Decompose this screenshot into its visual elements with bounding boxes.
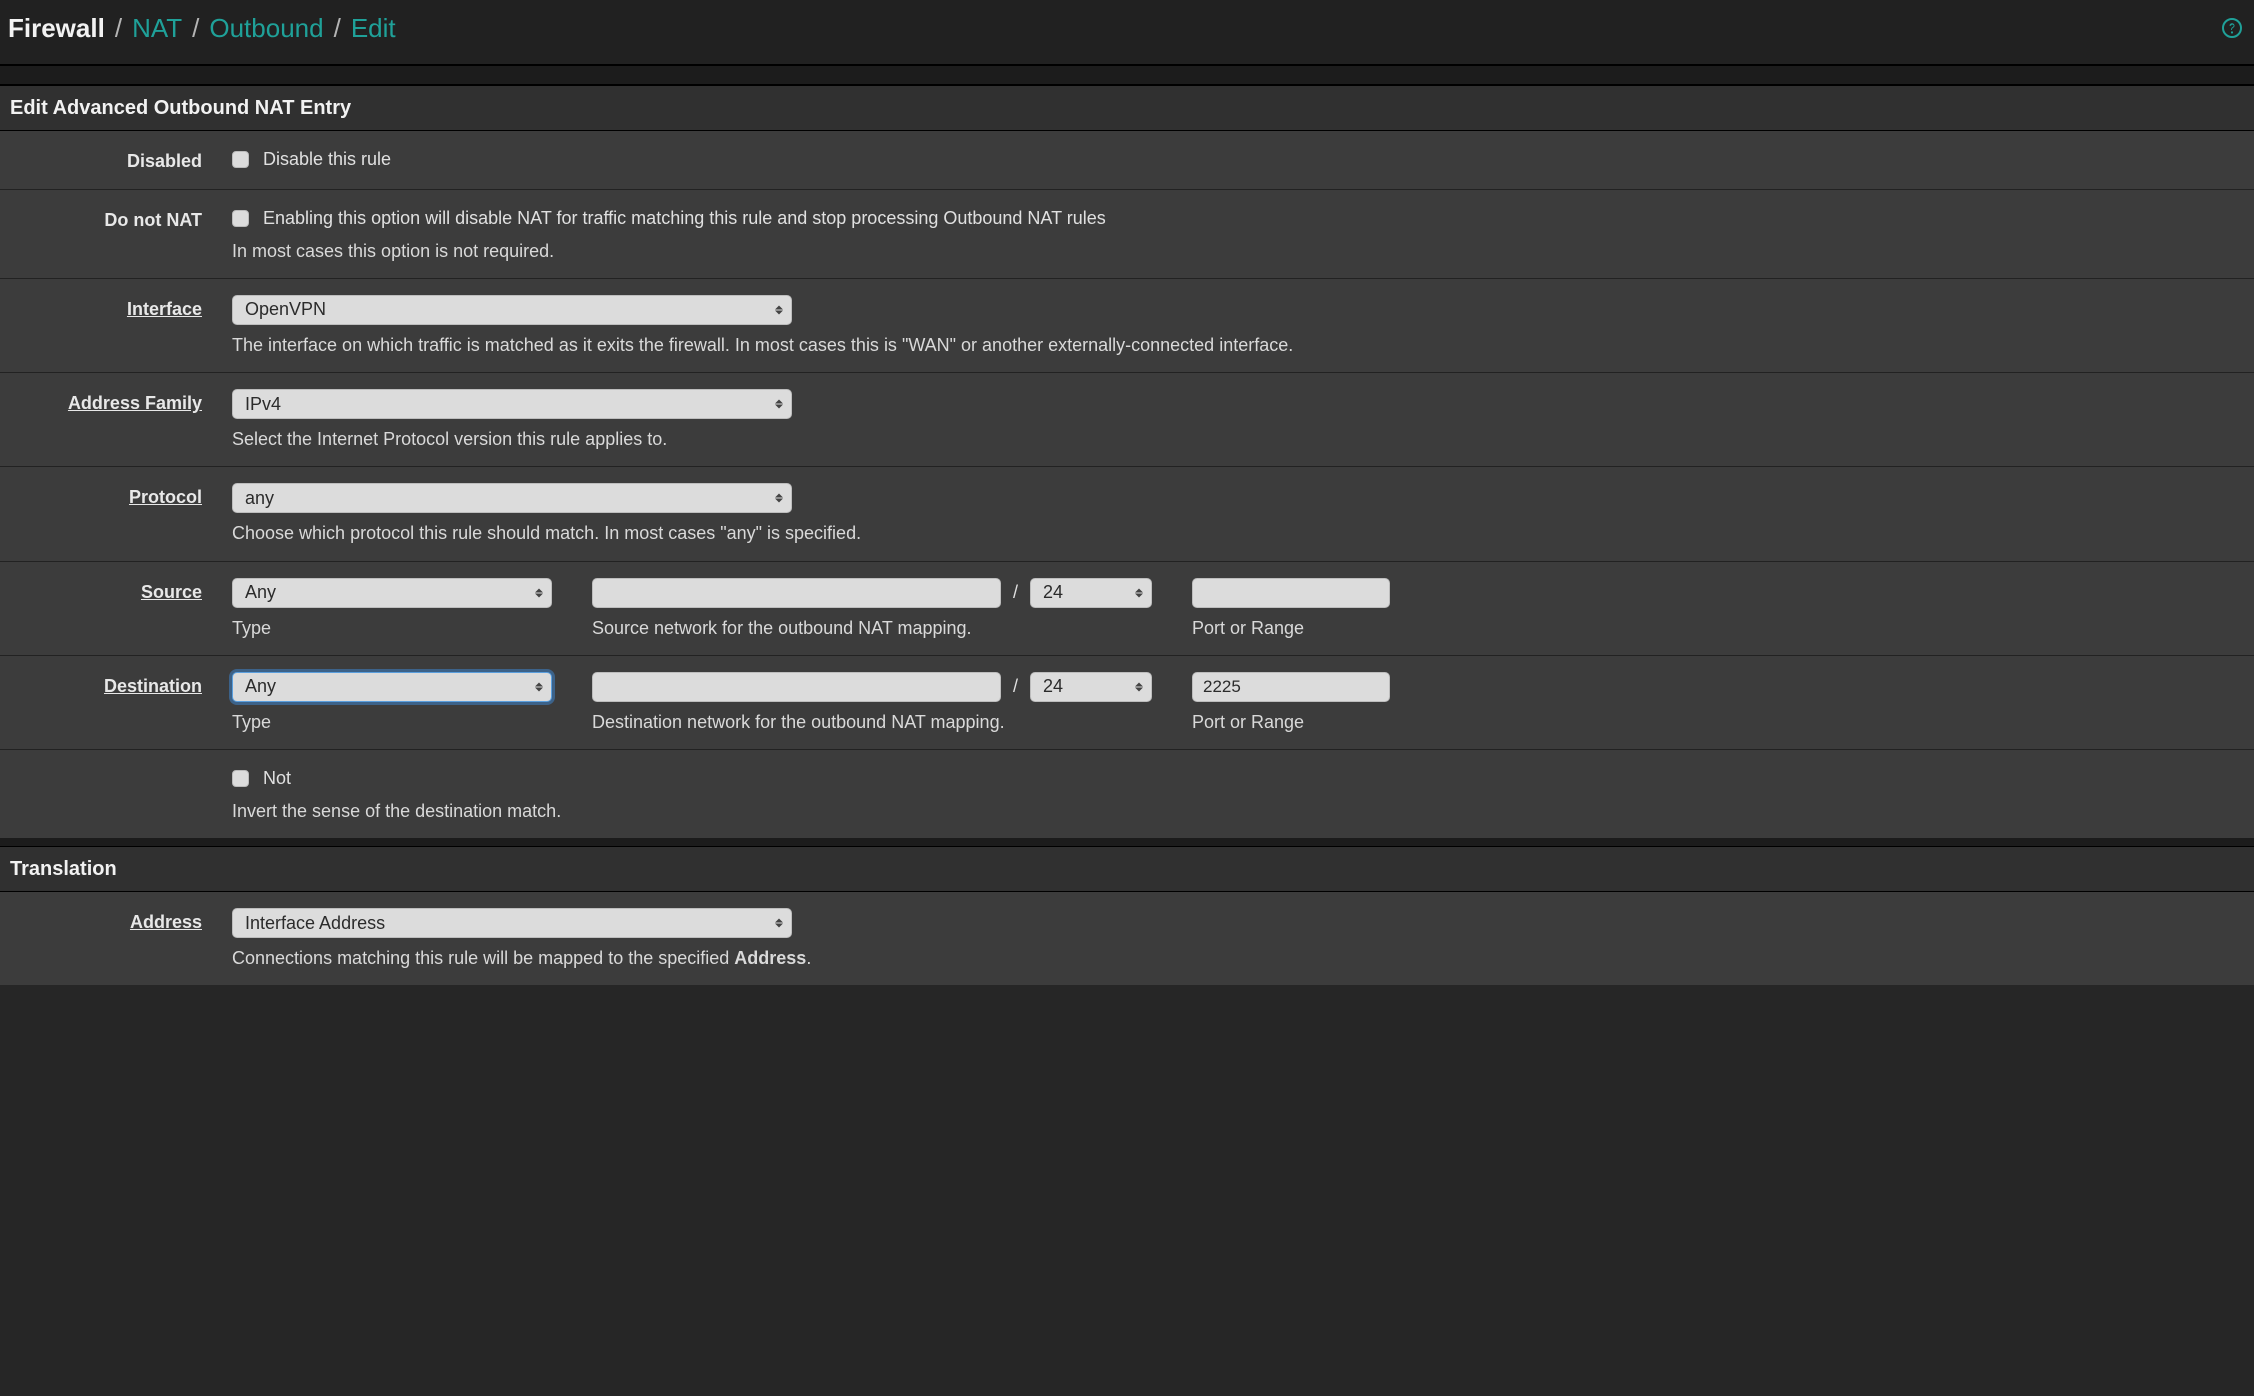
destination-port-input[interactable] xyxy=(1192,672,1390,702)
breadcrumb: Firewall / NAT / Outbound / Edit xyxy=(8,10,396,46)
interface-help: The interface on which traffic is matche… xyxy=(232,333,2238,358)
label-address-family[interactable]: Address Family xyxy=(0,389,232,416)
disabled-checkbox-wrap[interactable]: Disable this rule xyxy=(232,147,2238,172)
breadcrumb-edit-link[interactable]: Edit xyxy=(351,10,396,46)
source-port-input[interactable] xyxy=(1192,578,1390,608)
label-do-not-nat: Do not NAT xyxy=(0,206,232,233)
label-interface[interactable]: Interface xyxy=(0,295,232,322)
panel-heading-translation: Translation xyxy=(0,846,2254,892)
disabled-check-label: Disable this rule xyxy=(263,147,391,172)
chevron-updown-icon xyxy=(775,400,783,409)
chevron-updown-icon xyxy=(775,919,783,928)
row-do-not-nat: Do not NAT Enabling this option will dis… xyxy=(0,190,2254,279)
do-not-nat-checkbox[interactable] xyxy=(232,210,249,227)
breadcrumb-root: Firewall xyxy=(8,10,105,46)
destination-network-sub: Destination network for the outbound NAT… xyxy=(592,710,1152,735)
protocol-select-value: any xyxy=(245,486,274,511)
interface-select[interactable]: OpenVPN xyxy=(232,295,792,325)
label-not-blank xyxy=(0,766,232,768)
destination-type-value: Any xyxy=(245,674,276,699)
destination-mask-value: 24 xyxy=(1043,674,1063,699)
translation-address-value: Interface Address xyxy=(245,911,385,936)
not-help: Invert the sense of the destination matc… xyxy=(232,799,2238,824)
disabled-checkbox[interactable] xyxy=(232,151,249,168)
interface-select-value: OpenVPN xyxy=(245,297,326,322)
row-address-family: Address Family IPv4 Select the Internet … xyxy=(0,373,2254,467)
breadcrumb-sep: / xyxy=(188,10,203,46)
breadcrumb-bar: Firewall / NAT / Outbound / Edit xyxy=(0,0,2254,65)
breadcrumb-sep: / xyxy=(111,10,126,46)
destination-mask-select[interactable]: 24 xyxy=(1030,672,1152,702)
translation-address-select[interactable]: Interface Address xyxy=(232,908,792,938)
chevron-updown-icon xyxy=(535,682,543,691)
destination-network-input[interactable] xyxy=(592,672,1001,702)
not-checkbox-wrap[interactable]: Not xyxy=(232,766,2238,791)
breadcrumb-outbound-link[interactable]: Outbound xyxy=(209,10,323,46)
do-not-nat-checkbox-wrap[interactable]: Enabling this option will disable NAT fo… xyxy=(232,206,2238,231)
chevron-updown-icon xyxy=(1135,588,1143,597)
not-check-label: Not xyxy=(263,766,291,791)
source-mask-select[interactable]: 24 xyxy=(1030,578,1152,608)
label-disabled: Disabled xyxy=(0,147,232,174)
row-not: Not Invert the sense of the destination … xyxy=(0,750,2254,838)
source-port-sub: Port or Range xyxy=(1192,616,1390,641)
address-family-select-value: IPv4 xyxy=(245,392,281,417)
panel-heading-edit-entry: Edit Advanced Outbound NAT Entry xyxy=(0,85,2254,131)
protocol-help: Choose which protocol this rule should m… xyxy=(232,521,2238,546)
row-interface: Interface OpenVPN The interface on which… xyxy=(0,279,2254,373)
row-translation-address: Address Interface Address Connections ma… xyxy=(0,892,2254,985)
label-source[interactable]: Source xyxy=(0,578,232,605)
protocol-select[interactable]: any xyxy=(232,483,792,513)
label-protocol[interactable]: Protocol xyxy=(0,483,232,510)
chevron-updown-icon xyxy=(775,305,783,314)
address-family-select[interactable]: IPv4 xyxy=(232,389,792,419)
destination-port-sub: Port or Range xyxy=(1192,710,1390,735)
not-checkbox[interactable] xyxy=(232,770,249,787)
row-destination: Destination Any Type / xyxy=(0,656,2254,750)
breadcrumb-nat-link[interactable]: NAT xyxy=(132,10,182,46)
source-network-sub: Source network for the outbound NAT mapp… xyxy=(592,616,1152,641)
source-network-input[interactable] xyxy=(592,578,1001,608)
chevron-updown-icon xyxy=(1135,682,1143,691)
chevron-updown-icon xyxy=(535,588,543,597)
destination-type-sub: Type xyxy=(232,710,552,735)
spacer xyxy=(0,65,2254,85)
source-mask-value: 24 xyxy=(1043,580,1063,605)
slash-sep: / xyxy=(1011,580,1020,605)
do-not-nat-help: In most cases this option is not require… xyxy=(232,239,2238,264)
row-protocol: Protocol any Choose which protocol this … xyxy=(0,467,2254,561)
slash-sep: / xyxy=(1011,674,1020,699)
chevron-updown-icon xyxy=(775,494,783,503)
row-source: Source Any Type / xyxy=(0,562,2254,656)
translation-address-help: Connections matching this rule will be m… xyxy=(232,946,2238,971)
breadcrumb-sep: / xyxy=(330,10,345,46)
source-type-sub: Type xyxy=(232,616,552,641)
source-type-value: Any xyxy=(245,580,276,605)
label-destination[interactable]: Destination xyxy=(0,672,232,699)
source-type-select[interactable]: Any xyxy=(232,578,552,608)
address-family-help: Select the Internet Protocol version thi… xyxy=(232,427,2238,452)
label-translation-address[interactable]: Address xyxy=(0,908,232,935)
destination-type-select[interactable]: Any xyxy=(232,672,552,702)
help-icon[interactable] xyxy=(2222,18,2242,38)
row-disabled: Disabled Disable this rule xyxy=(0,131,2254,189)
do-not-nat-check-label: Enabling this option will disable NAT fo… xyxy=(263,206,1106,231)
